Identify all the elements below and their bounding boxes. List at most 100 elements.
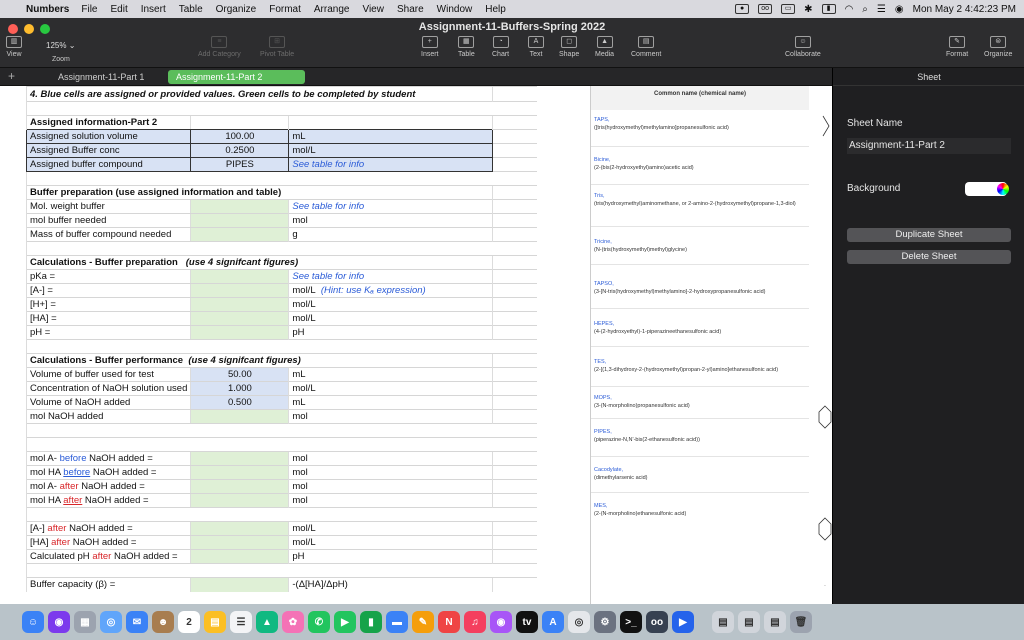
mol-buffer-input[interactable] xyxy=(190,213,289,228)
table-cell[interactable] xyxy=(492,283,537,298)
table-cell[interactable] xyxy=(492,479,537,494)
table-cell[interactable] xyxy=(492,549,537,564)
menu-help[interactable]: Help xyxy=(485,4,506,15)
table-cell[interactable] xyxy=(492,535,537,550)
news-icon[interactable]: N xyxy=(438,611,460,633)
search-icon[interactable]: ⌕ xyxy=(862,4,868,15)
table-cell[interactable] xyxy=(492,311,537,326)
table-cell[interactable] xyxy=(492,577,537,592)
naoh-volume-value[interactable]: 0.500 xyxy=(190,395,289,410)
mol-ha-before-input[interactable] xyxy=(190,465,289,480)
document-icon[interactable]: ▤ xyxy=(764,611,786,633)
apple-tv-icon[interactable]: tv xyxy=(516,611,538,633)
shape-button[interactable]: ◻ Shape xyxy=(559,36,579,58)
add-sheet-icon[interactable]: + xyxy=(8,70,15,82)
a-minus-input[interactable] xyxy=(190,283,289,298)
organize-button[interactable]: ⊜ Organize xyxy=(984,36,1012,58)
wifi-icon[interactable]: ◠ xyxy=(845,4,854,15)
buffer-reference-image[interactable]: Common name (chemical name) TAPS, ([tris(… xyxy=(590,86,832,604)
siri-icon[interactable]: ◉ xyxy=(895,4,904,15)
facetime-icon[interactable]: ▶ xyxy=(334,611,356,633)
screen-record-icon[interactable]: ● xyxy=(735,4,750,14)
assigned-volume-value[interactable]: 100.00 xyxy=(190,129,290,144)
view-button[interactable]: ▥ View xyxy=(6,36,22,58)
menu-insert[interactable]: Insert xyxy=(141,4,166,15)
table-cell[interactable] xyxy=(492,115,537,130)
table-cell[interactable] xyxy=(492,325,537,340)
chart-button[interactable]: ◔ Chart xyxy=(492,36,509,58)
pages-icon[interactable]: ✎ xyxy=(412,611,434,633)
table-cell[interactable] xyxy=(492,409,537,424)
table-cell[interactable] xyxy=(25,437,537,452)
table-cell[interactable] xyxy=(25,241,537,256)
assigned-compound-value[interactable]: PIPES xyxy=(190,157,290,172)
glasses-icon[interactable]: oo xyxy=(758,4,773,14)
table-cell[interactable] xyxy=(492,395,537,410)
menu-table[interactable]: Table xyxy=(179,4,203,15)
table-cell[interactable] xyxy=(492,86,537,102)
add-category-button[interactable]: ≡ Add Category xyxy=(198,36,241,58)
text-button[interactable]: A Text xyxy=(528,36,544,58)
insert-button[interactable]: + Insert xyxy=(421,36,439,58)
system-preferences-icon[interactable]: ⚙ xyxy=(594,611,616,633)
calendar-icon[interactable]: 2 xyxy=(178,611,200,633)
menu-app-name[interactable]: Numbers xyxy=(26,4,69,15)
conc-a-after-input[interactable] xyxy=(190,521,289,536)
format-button[interactable]: ✎ Format xyxy=(946,36,968,58)
table-cell[interactable] xyxy=(492,255,537,270)
keynote-icon[interactable]: ▬ xyxy=(386,611,408,633)
naoh-conc-value[interactable]: 1.000 xyxy=(190,381,289,396)
reminders-icon[interactable]: ☰ xyxy=(230,611,252,633)
terminal-icon[interactable]: >_ xyxy=(620,611,642,633)
table-cell[interactable] xyxy=(25,507,537,522)
inspector-tab-sheet[interactable]: Sheet xyxy=(833,68,1024,86)
mol-a-before-input[interactable] xyxy=(190,451,289,466)
table-cell[interactable] xyxy=(492,451,537,466)
podcasts-icon[interactable]: ◉ xyxy=(490,611,512,633)
sheet-name-field[interactable]: Assignment-11-Part 2 xyxy=(847,138,1011,154)
collaborate-button[interactable]: ☺ Collaborate xyxy=(785,36,821,58)
table-button[interactable]: ▦ Table xyxy=(458,36,475,58)
menu-format[interactable]: Format xyxy=(269,4,301,15)
table-cell[interactable] xyxy=(492,269,537,284)
menu-window[interactable]: Window xyxy=(437,4,473,15)
ph-input[interactable] xyxy=(190,325,289,340)
tab-part-1[interactable]: Assignment-11-Part 1 xyxy=(50,70,152,84)
document-icon[interactable]: ▤ xyxy=(738,611,760,633)
pivot-table-button[interactable]: ⊞ Pivot Table xyxy=(260,36,294,58)
screen-share-icon[interactable]: ▭ xyxy=(781,4,796,14)
control-center-icon[interactable]: ☰ xyxy=(877,4,886,15)
table-cell[interactable] xyxy=(492,199,537,214)
comment-button[interactable]: ▤ Comment xyxy=(631,36,661,58)
delete-sheet-button[interactable]: Delete Sheet xyxy=(847,250,1011,264)
table-cell[interactable] xyxy=(25,423,537,438)
table-cell[interactable] xyxy=(25,339,537,354)
table-cell[interactable] xyxy=(492,493,537,508)
capacity-input[interactable] xyxy=(190,577,289,592)
table-cell[interactable] xyxy=(25,563,537,578)
assigned-compound-link[interactable]: See table for info xyxy=(288,157,494,172)
maps-icon[interactable]: ▲ xyxy=(256,611,278,633)
menu-file[interactable]: File xyxy=(81,4,97,15)
app-store-icon[interactable]: A xyxy=(542,611,564,633)
zoom-app-icon[interactable]: ▶ xyxy=(672,611,694,633)
trash-icon[interactable]: 🗑 xyxy=(790,611,812,633)
table-cell[interactable] xyxy=(492,157,537,172)
music-icon[interactable]: ♫ xyxy=(464,611,486,633)
table-cell[interactable] xyxy=(492,367,537,382)
menu-clock[interactable]: Mon May 2 4:42:23 PM xyxy=(913,4,1016,15)
glasses-app-icon[interactable]: oo xyxy=(646,611,668,633)
battery-icon[interactable]: ▮ xyxy=(821,4,836,14)
menu-view[interactable]: View xyxy=(362,4,384,15)
table-cell[interactable] xyxy=(492,185,537,200)
calc-ph-after-input[interactable] xyxy=(190,549,289,564)
table-cell[interactable] xyxy=(492,213,537,228)
table-cell[interactable] xyxy=(492,129,537,144)
menu-organize[interactable]: Organize xyxy=(216,4,257,15)
table-cell[interactable] xyxy=(25,171,537,186)
volume-buffer-value[interactable]: 50.00 xyxy=(190,367,289,382)
mail-icon[interactable]: ✉ xyxy=(126,611,148,633)
mass-buffer-input[interactable] xyxy=(190,227,289,242)
duplicate-sheet-button[interactable]: Duplicate Sheet xyxy=(847,228,1011,242)
h-plus-input[interactable] xyxy=(190,297,289,312)
